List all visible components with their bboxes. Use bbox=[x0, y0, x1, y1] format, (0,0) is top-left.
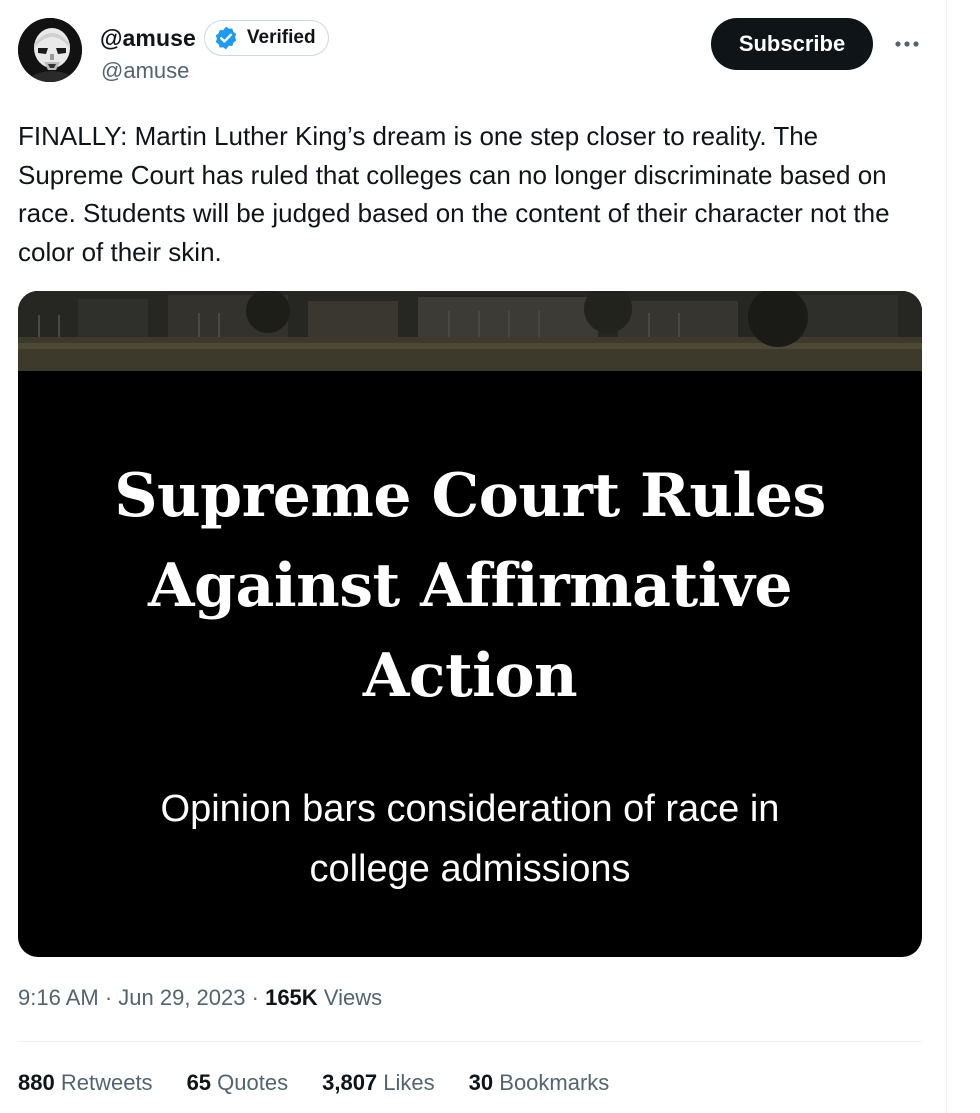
verified-label: Verified bbox=[246, 27, 316, 48]
quotes-label: Quotes bbox=[217, 1070, 289, 1095]
subscribe-button[interactable]: Subscribe bbox=[711, 18, 873, 70]
media-subhead: Opinion bars consideration of race in co… bbox=[18, 779, 922, 899]
tweet-date[interactable]: Jun 29, 2023 bbox=[118, 985, 245, 1010]
bookmarks-stat[interactable]: 30 Bookmarks bbox=[469, 1070, 610, 1096]
tweet-time[interactable]: 9:16 AM bbox=[18, 985, 99, 1010]
likes-count: 3,807 bbox=[322, 1070, 378, 1095]
author-username[interactable]: @amuse bbox=[101, 58, 189, 84]
column-border bbox=[946, 0, 947, 1113]
headline-line: Supreme Court Rules bbox=[114, 461, 826, 531]
retweets-count: 880 bbox=[18, 1070, 55, 1095]
bookmarks-count: 30 bbox=[468, 1070, 494, 1095]
bookmarks-label: Bookmarks bbox=[499, 1070, 610, 1095]
likes-label: Likes bbox=[383, 1070, 435, 1095]
headline-line: Against Affirmative bbox=[147, 551, 793, 621]
quotes-stat[interactable]: 65 Quotes bbox=[187, 1070, 289, 1096]
headline-line: Action bbox=[362, 641, 578, 711]
more-dots-icon bbox=[895, 41, 919, 47]
views-count: 165K bbox=[265, 985, 318, 1010]
verified-badge[interactable]: Verified bbox=[203, 20, 329, 56]
campus-photo-strip bbox=[18, 291, 922, 371]
divider bbox=[18, 1041, 922, 1042]
media-headline: Supreme Court Rules Against Affirmative … bbox=[18, 451, 922, 721]
subhead-line: college admissions bbox=[309, 848, 631, 890]
engagement-stats: 880 Retweets 65 Quotes 3,807 Likes 30 Bo… bbox=[18, 1070, 643, 1096]
meta-separator: · bbox=[245, 985, 266, 1010]
verified-badge-icon bbox=[215, 26, 237, 50]
subhead-line: Opinion bars consideration of race in bbox=[160, 788, 780, 830]
likes-stat[interactable]: 3,807 Likes bbox=[322, 1070, 435, 1096]
tweet-meta: 9:16 AM · Jun 29, 2023 · 165K Views bbox=[18, 985, 382, 1011]
meta-separator: · bbox=[98, 985, 119, 1010]
author-display-name[interactable]: @amuse bbox=[100, 25, 196, 52]
tweet-text: FINALLY: Martin Luther King’s dream is o… bbox=[18, 121, 890, 267]
retweets-label: Retweets bbox=[60, 1070, 153, 1095]
stormtrooper-avatar-icon bbox=[18, 18, 82, 82]
views-label: Views bbox=[323, 985, 383, 1010]
retweets-stat[interactable]: 880 Retweets bbox=[18, 1070, 153, 1096]
quotes-count: 65 bbox=[186, 1070, 212, 1095]
tweet-media-image[interactable]: Supreme Court Rules Against Affirmative … bbox=[18, 291, 922, 957]
author-header: @amuse Verified bbox=[100, 18, 329, 58]
more-options-button[interactable] bbox=[892, 30, 922, 58]
avatar[interactable] bbox=[18, 18, 82, 82]
